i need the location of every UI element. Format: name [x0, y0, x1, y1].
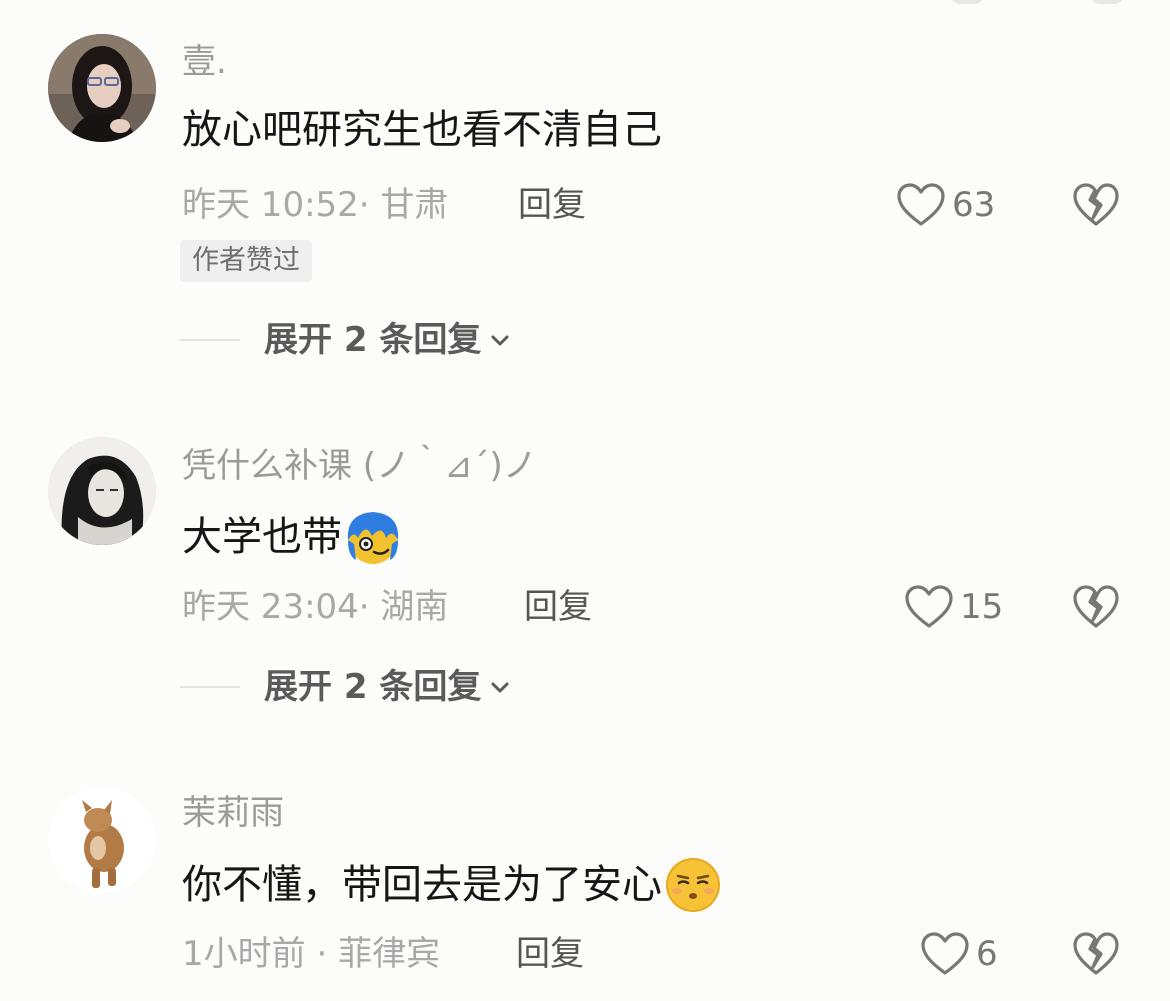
meta-separator: ·	[305, 934, 339, 974]
comment-meta: 1小时前 · 菲律宾	[182, 934, 440, 974]
expand-replies-button[interactable]: 展开 2 条回复	[180, 667, 513, 707]
meta-separator: ·	[358, 587, 381, 627]
comment-text-body: 你不懂，带回去是为了安心	[182, 862, 662, 908]
dislike-button[interactable]	[1072, 182, 1120, 228]
dislike-button[interactable]	[1072, 584, 1120, 630]
author-liked-badge: 作者赞过	[180, 240, 312, 282]
like-button[interactable]: 6	[920, 931, 998, 977]
comment-time: 昨天 10:52	[182, 185, 359, 225]
heart-outline-icon	[905, 585, 953, 628]
comment-text-body: 放心吧研究生也看不清自己	[182, 107, 662, 153]
comment-location: 湖南	[380, 587, 449, 627]
comment-time: 1小时前	[182, 934, 306, 974]
broken-heart-icon	[1073, 183, 1119, 226]
comment-text: 大学也带	[182, 508, 402, 566]
avatar[interactable]	[48, 786, 156, 894]
like-button[interactable]: 15	[904, 584, 1003, 630]
heart-outline-icon	[897, 183, 945, 226]
divider-line	[180, 686, 240, 688]
blue-hair-face-emoji	[344, 508, 402, 566]
expand-replies-label: 展开 2 条回复	[264, 320, 482, 360]
broken-heart-icon	[1073, 932, 1119, 975]
expand-replies-label: 展开 2 条回复	[264, 667, 482, 707]
broken-heart-icon	[1073, 585, 1119, 628]
divider-line	[180, 339, 240, 341]
previous-item-fragment	[950, 0, 984, 4]
chevron-down-icon	[491, 682, 509, 693]
meta-separator: ·	[358, 185, 381, 225]
comment-text-body: 大学也带	[182, 514, 342, 560]
comment-text: 放心吧研究生也看不清自己	[182, 106, 662, 154]
avatar-image	[48, 437, 156, 545]
username[interactable]: 凭什么补课 (ノ｀⊿´)ノ	[182, 446, 537, 486]
like-count: 6	[976, 934, 998, 974]
reply-button[interactable]: 回复	[518, 185, 586, 225]
like-button[interactable]: 63	[896, 182, 995, 228]
username[interactable]: 壹.	[182, 42, 227, 82]
avatar[interactable]	[48, 437, 156, 545]
avatar-image	[48, 34, 156, 142]
comment-location: 甘肃	[380, 185, 449, 225]
chevron-down-icon	[491, 335, 509, 346]
smug-face-emoji	[664, 856, 722, 914]
expand-replies-button[interactable]: 展开 2 条回复	[180, 320, 513, 360]
avatar[interactable]	[48, 34, 156, 142]
reply-button[interactable]: 回复	[516, 934, 584, 974]
previous-item-fragment	[1090, 0, 1124, 4]
reply-button[interactable]: 回复	[524, 587, 592, 627]
heart-outline-icon	[921, 932, 969, 975]
like-count: 63	[952, 185, 996, 225]
dislike-button[interactable]	[1072, 931, 1120, 977]
comment-text: 你不懂，带回去是为了安心	[182, 856, 722, 914]
like-count: 15	[960, 587, 1004, 627]
username[interactable]: 茉莉雨	[182, 793, 284, 833]
comment-meta: 昨天 10:52· 甘肃	[182, 185, 448, 225]
comment-time: 昨天 23:04	[182, 587, 359, 627]
comment-meta: 昨天 23:04· 湖南	[182, 587, 448, 627]
comment-location: 菲律宾	[338, 934, 441, 974]
avatar-image	[48, 786, 156, 894]
